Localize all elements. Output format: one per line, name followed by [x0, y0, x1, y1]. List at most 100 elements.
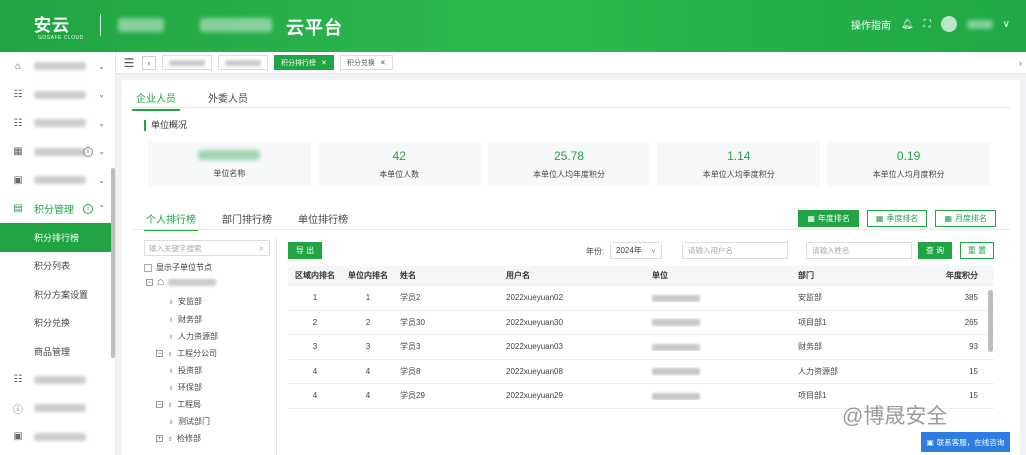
tree-node-root[interactable]: − ☖ [146, 278, 217, 287]
redacted-menu-label [34, 119, 86, 128]
menu-toggle-icon[interactable]: ☰ [122, 55, 136, 70]
logo-subtext: GOSAFE CLOUD [38, 35, 84, 41]
table-row[interactable]: 4 4 学员8 2022xueyuan08 人力资源部 15 [288, 360, 994, 384]
tree-node-label: 环保部 [178, 383, 202, 392]
checkbox-label: 显示子单位节点 [156, 263, 212, 272]
collapse-icon[interactable]: − [156, 401, 163, 408]
tree-node[interactable]: ♁ 安监部 [168, 296, 202, 307]
sidebar-item-4[interactable]: ▦ i ⌄ [0, 138, 115, 167]
stat-unit-name: 单位名称 [148, 142, 311, 186]
query-button[interactable]: 查 询 [918, 242, 952, 259]
logo[interactable]: 安云 GOSAFE CLOUD [22, 8, 92, 42]
tab-department-ranking[interactable]: 部门排行榜 [220, 208, 274, 231]
sidebar: ⌂ ⌄ ☷ ⌄ ☷ ⌄ ▦ i ⌄ ▣ ⌄ ▤ 积分管理 i ⌃ 积分排行榜 积… [0, 52, 116, 455]
sidebar-item-12[interactable]: ☷ [0, 366, 115, 395]
checkbox[interactable] [144, 263, 152, 272]
close-icon[interactable]: ✕ [380, 59, 386, 67]
tab-points-ranking[interactable]: 积分排行榜 ✕ [274, 55, 334, 70]
column-header[interactable]: 用户名 [500, 270, 646, 281]
chat-icon: ▣ [926, 437, 934, 447]
tree-node[interactable]: ♁ 财务部 [168, 314, 202, 325]
bell-icon[interactable]: 🔔︎ [901, 19, 914, 30]
column-header[interactable]: 单位内排名 [342, 270, 394, 281]
close-icon[interactable]: ✕ [321, 59, 327, 67]
show-children-checkbox[interactable]: 显示子单位节点 [144, 262, 212, 273]
export-button[interactable]: 导 出 [288, 242, 322, 259]
camera-icon: ▣ [13, 431, 23, 443]
table-row[interactable]: 1 1 学员2 2022xueyuan02 安监部 385 [288, 286, 994, 311]
area-rank-cell: 1 [312, 293, 318, 303]
tree-node[interactable]: ♁ 测试部门 [168, 416, 210, 427]
area-rank-cell: 4 [312, 366, 318, 376]
button-label: 季度排名 [886, 214, 919, 223]
sidebar-item-points-scheme[interactable]: 积分方案设置 [0, 280, 115, 309]
redacted-unit [652, 392, 700, 400]
chevron-down-icon: ⌄ [98, 90, 105, 100]
tree-node[interactable]: − ♁ 工程局 [156, 399, 201, 410]
watermark-text: @博晟安全 [842, 405, 948, 428]
tab-personal-ranking[interactable]: 个人排行榜 [144, 208, 198, 231]
sidebar-item-2[interactable]: ☷ ⌄ [0, 81, 115, 110]
tree-node[interactable]: − ♁ 工程分公司 [156, 348, 217, 359]
sidebar-item-5[interactable]: ▣ ⌄ [0, 166, 115, 195]
area-rank-cell: 2 [312, 317, 318, 327]
chevron-down-icon[interactable]: ∨ [1003, 19, 1010, 30]
tree-node[interactable]: + ♁ 检修部 [156, 433, 201, 444]
sidebar-item-points-list[interactable]: 积分列表 [0, 252, 115, 281]
column-header[interactable]: 年度积分 [938, 270, 994, 281]
guide-link[interactable]: 操作指南 [851, 17, 891, 32]
sidebar-scrollbar[interactable] [111, 168, 115, 358]
tab-scroll-left-icon[interactable]: ‹ [142, 55, 156, 70]
fullscreen-icon[interactable]: ⛶ [924, 19, 931, 30]
quarterly-rank-button[interactable]: ▦ 季度排名 [866, 210, 928, 227]
sidebar-item-product-management[interactable]: 商品管理 [0, 337, 115, 366]
reset-button[interactable]: 重 置 [960, 242, 994, 259]
tree-node-label: 测试部门 [178, 417, 210, 426]
tree-node[interactable]: ♁ 人力资源部 [168, 331, 218, 342]
redacted-tab-label [169, 59, 205, 66]
search-icon[interactable]: ⌕ [259, 243, 264, 254]
name-input[interactable]: 请输入姓名 [806, 242, 912, 259]
home-icon: ⌂ [14, 60, 22, 72]
sidebar-item-home[interactable]: ⌂ ⌄ [0, 52, 115, 81]
sidebar-item-points-exchange[interactable]: 积分兑换 [0, 309, 115, 338]
tab-redacted-2[interactable] [218, 55, 268, 70]
sidebar-item-points-ranking[interactable]: 积分排行榜 [0, 223, 115, 252]
year-select[interactable]: 2024年 ∨ [610, 242, 662, 259]
sidebar-item-13[interactable]: ⓘ [0, 394, 115, 423]
tree-search-input[interactable]: 输入关键字搜索 ⌕ [144, 240, 270, 256]
redacted-unit [652, 294, 700, 302]
avatar[interactable] [940, 16, 957, 32]
column-header[interactable]: 部门 [792, 270, 938, 281]
expand-icon[interactable]: + [156, 435, 163, 442]
tree-node[interactable]: ♁ 环保部 [168, 382, 202, 393]
unit-cell [646, 342, 792, 351]
annual-rank-button[interactable]: ▦ 年度排名 [798, 210, 859, 227]
sidebar-item-3[interactable]: ☷ ⌄ [0, 109, 115, 138]
contact-support-button[interactable]: ▣ 联系客服，在线咨询 [921, 432, 1010, 452]
collapse-icon[interactable]: − [156, 350, 163, 357]
column-header[interactable]: 区域内排名 [288, 270, 342, 281]
column-header[interactable]: 单位 [646, 270, 792, 281]
username-cell: 2022xueyuan29 [506, 391, 563, 401]
table-scrollbar[interactable] [988, 290, 993, 352]
tree-node[interactable]: ♁ 投资部 [168, 365, 202, 376]
sidebar-item-14[interactable]: ▣ [0, 423, 115, 452]
collapse-icon[interactable]: − [146, 279, 153, 286]
tab-points-exchange[interactable]: 积分兑换 ✕ [339, 55, 393, 70]
sidebar-item-label: 积分管理 [34, 205, 74, 217]
username-cell: 2022xueyuan03 [506, 342, 563, 352]
table-row[interactable]: 2 2 学员30 2022xueyuan30 项目部1 265 [288, 311, 994, 335]
tab-scroll-right-icon[interactable]: › [1019, 58, 1022, 68]
sidebar-item-points-management[interactable]: ▤ 积分管理 i ⌃ [0, 195, 115, 224]
divider [132, 107, 1010, 108]
stat-label: 单位名称 [213, 168, 246, 178]
username-input[interactable]: 请输入用户名 [682, 242, 788, 259]
redacted-unit [652, 343, 700, 351]
table-row[interactable]: 3 3 学员3 2022xueyuan03 财务部 93 [288, 335, 994, 360]
tab-unit-ranking[interactable]: 单位排行榜 [296, 208, 350, 231]
monthly-rank-button[interactable]: ▦ 月度排名 [935, 210, 996, 227]
column-header[interactable]: 姓名 [394, 270, 500, 281]
tab-redacted-1[interactable] [162, 55, 212, 70]
org-node-icon: ♁ [168, 366, 174, 375]
